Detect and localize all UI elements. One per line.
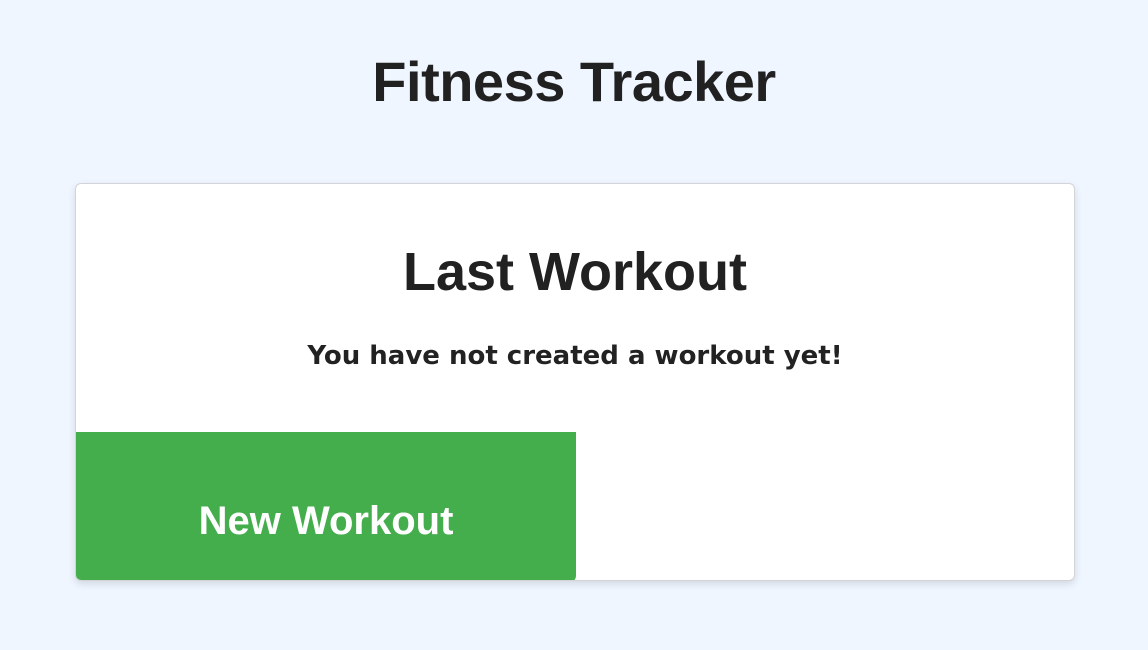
new-workout-button[interactable]: New Workout	[76, 432, 576, 580]
last-workout-title: Last Workout	[402, 242, 747, 302]
page: Fitness Tracker Last Workout You have no…	[0, 0, 1148, 650]
no-workout-message: You have not created a workout yet!	[307, 341, 843, 371]
last-workout-card: Last Workout You have not created a work…	[75, 183, 1075, 581]
app-title: Fitness Tracker	[372, 50, 776, 113]
